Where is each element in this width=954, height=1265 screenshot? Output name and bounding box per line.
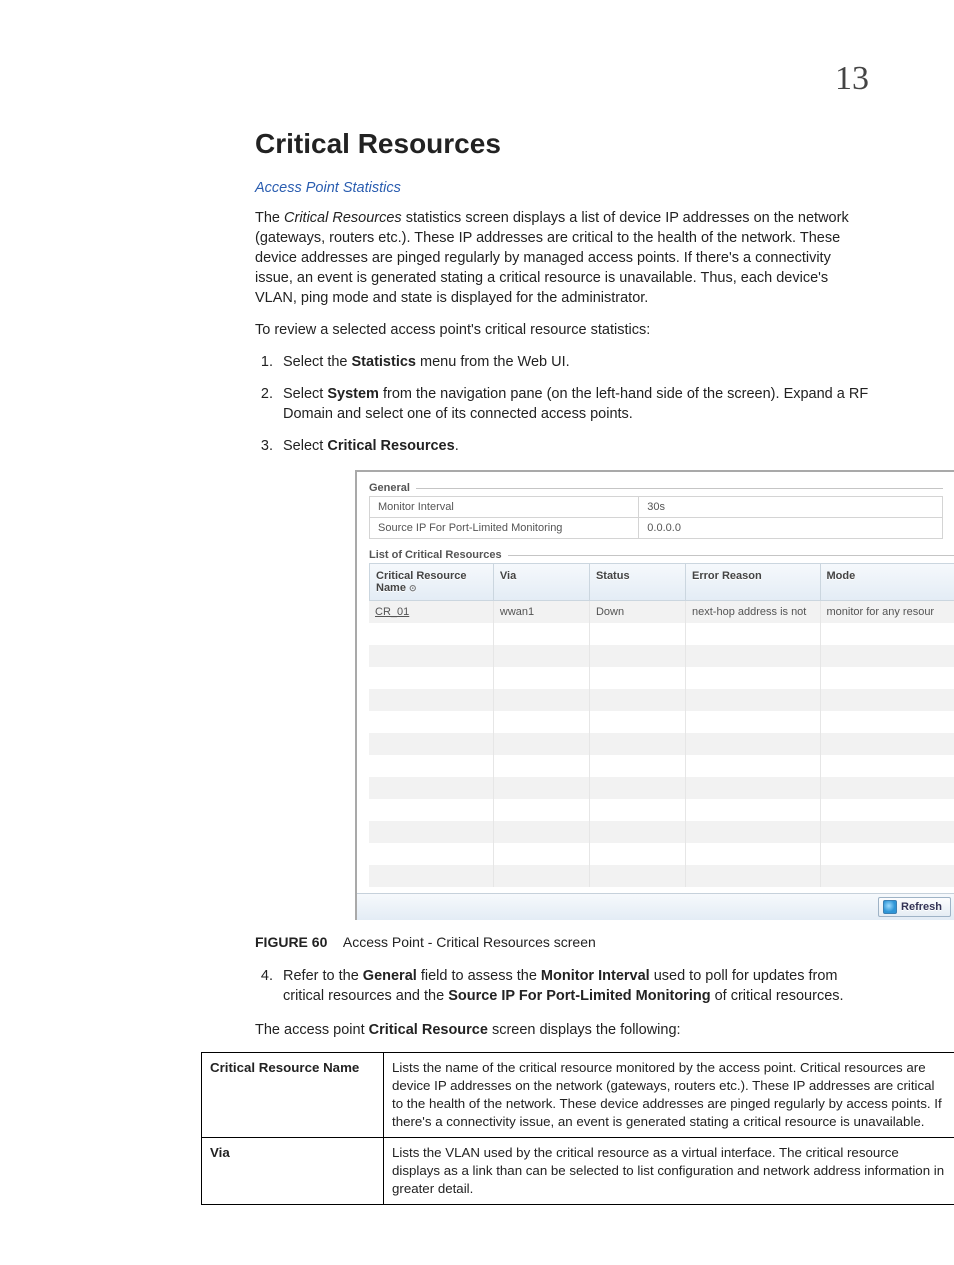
- steps-list: Select the Statistics menu from the Web …: [255, 352, 869, 456]
- field-row: ViaLists the VLAN used by the critical r…: [202, 1137, 954, 1204]
- table-row-empty: [369, 711, 954, 733]
- intro-paragraph: The Critical Resources statistics screen…: [255, 208, 869, 308]
- kv-value: 0.0.0.0: [639, 518, 943, 539]
- page-title: Critical Resources: [255, 128, 869, 160]
- critical-resources-screen: General Monitor Interval30sSource IP For…: [355, 470, 954, 920]
- table-row-empty: [369, 689, 954, 711]
- table-row-empty: [369, 645, 954, 667]
- table-row-empty: [369, 799, 954, 821]
- field-label: Via: [202, 1137, 384, 1204]
- table-row-empty: [369, 733, 954, 755]
- column-header[interactable]: Status: [590, 563, 686, 601]
- figure-caption: FIGURE 60 Access Point - Critical Resour…: [255, 934, 869, 950]
- step-item: Select the Statistics menu from the Web …: [277, 352, 869, 372]
- kv-key: Source IP For Port-Limited Monitoring: [370, 518, 639, 539]
- column-header[interactable]: Error Reason: [686, 563, 820, 601]
- table-row-empty: [369, 667, 954, 689]
- general-kv-table: Monitor Interval30sSource IP For Port-Li…: [369, 496, 943, 539]
- step-4: Refer to the General field to assess the…: [277, 966, 869, 1006]
- column-header[interactable]: Mode: [821, 563, 954, 601]
- step-item: Select System from the navigation pane (…: [277, 384, 869, 424]
- after-steps: The access point Critical Resource scree…: [255, 1020, 869, 1040]
- table-row-empty: [369, 755, 954, 777]
- refresh-button[interactable]: Refresh: [878, 897, 951, 917]
- kv-value: 30s: [639, 497, 943, 518]
- table-row-empty: [369, 623, 954, 645]
- field-label: Critical Resource Name: [202, 1053, 384, 1138]
- mode-cell: monitor for any resour: [821, 601, 954, 623]
- table-row-empty: [369, 843, 954, 865]
- refresh-icon: [883, 900, 897, 914]
- column-header[interactable]: Critical ResourceName ⊙: [369, 563, 494, 601]
- cr-name-cell[interactable]: CR_01: [369, 601, 494, 623]
- kv-row: Monitor Interval30s: [370, 497, 943, 518]
- rule-line: [508, 555, 954, 556]
- kv-key: Monitor Interval: [370, 497, 639, 518]
- list-legend: List of Critical Resources: [369, 549, 502, 561]
- column-header[interactable]: Via: [494, 563, 590, 601]
- table-row-empty: [369, 777, 954, 799]
- grid-body: CR_01wwan1Downnext-hop address is notmon…: [369, 601, 954, 887]
- table-row-empty: [369, 865, 954, 887]
- sort-icon: ⊙: [409, 583, 417, 593]
- error-cell: next-hop address is not: [686, 601, 820, 623]
- field-description-table: Critical Resource NameLists the name of …: [201, 1052, 954, 1205]
- grid-header: Critical ResourceName ⊙ViaStatusError Re…: [369, 563, 954, 601]
- field-desc: Lists the VLAN used by the critical reso…: [384, 1137, 954, 1204]
- via-cell: wwan1: [494, 601, 590, 623]
- field-row: Critical Resource NameLists the name of …: [202, 1053, 954, 1138]
- general-legend: General: [369, 482, 410, 494]
- field-desc: Lists the name of the critical resource …: [384, 1053, 954, 1138]
- page-number: 13: [85, 60, 869, 98]
- refresh-label: Refresh: [901, 901, 942, 913]
- kv-row: Source IP For Port-Limited Monitoring0.0…: [370, 518, 943, 539]
- breadcrumb-link[interactable]: Access Point Statistics: [255, 178, 869, 198]
- rule-line: [416, 488, 943, 489]
- table-row-empty: [369, 821, 954, 843]
- status-cell: Down: [590, 601, 686, 623]
- lead-in: To review a selected access point's crit…: [255, 320, 869, 340]
- step-item: Select Critical Resources.: [277, 436, 869, 456]
- table-row: CR_01wwan1Downnext-hop address is notmon…: [369, 601, 954, 623]
